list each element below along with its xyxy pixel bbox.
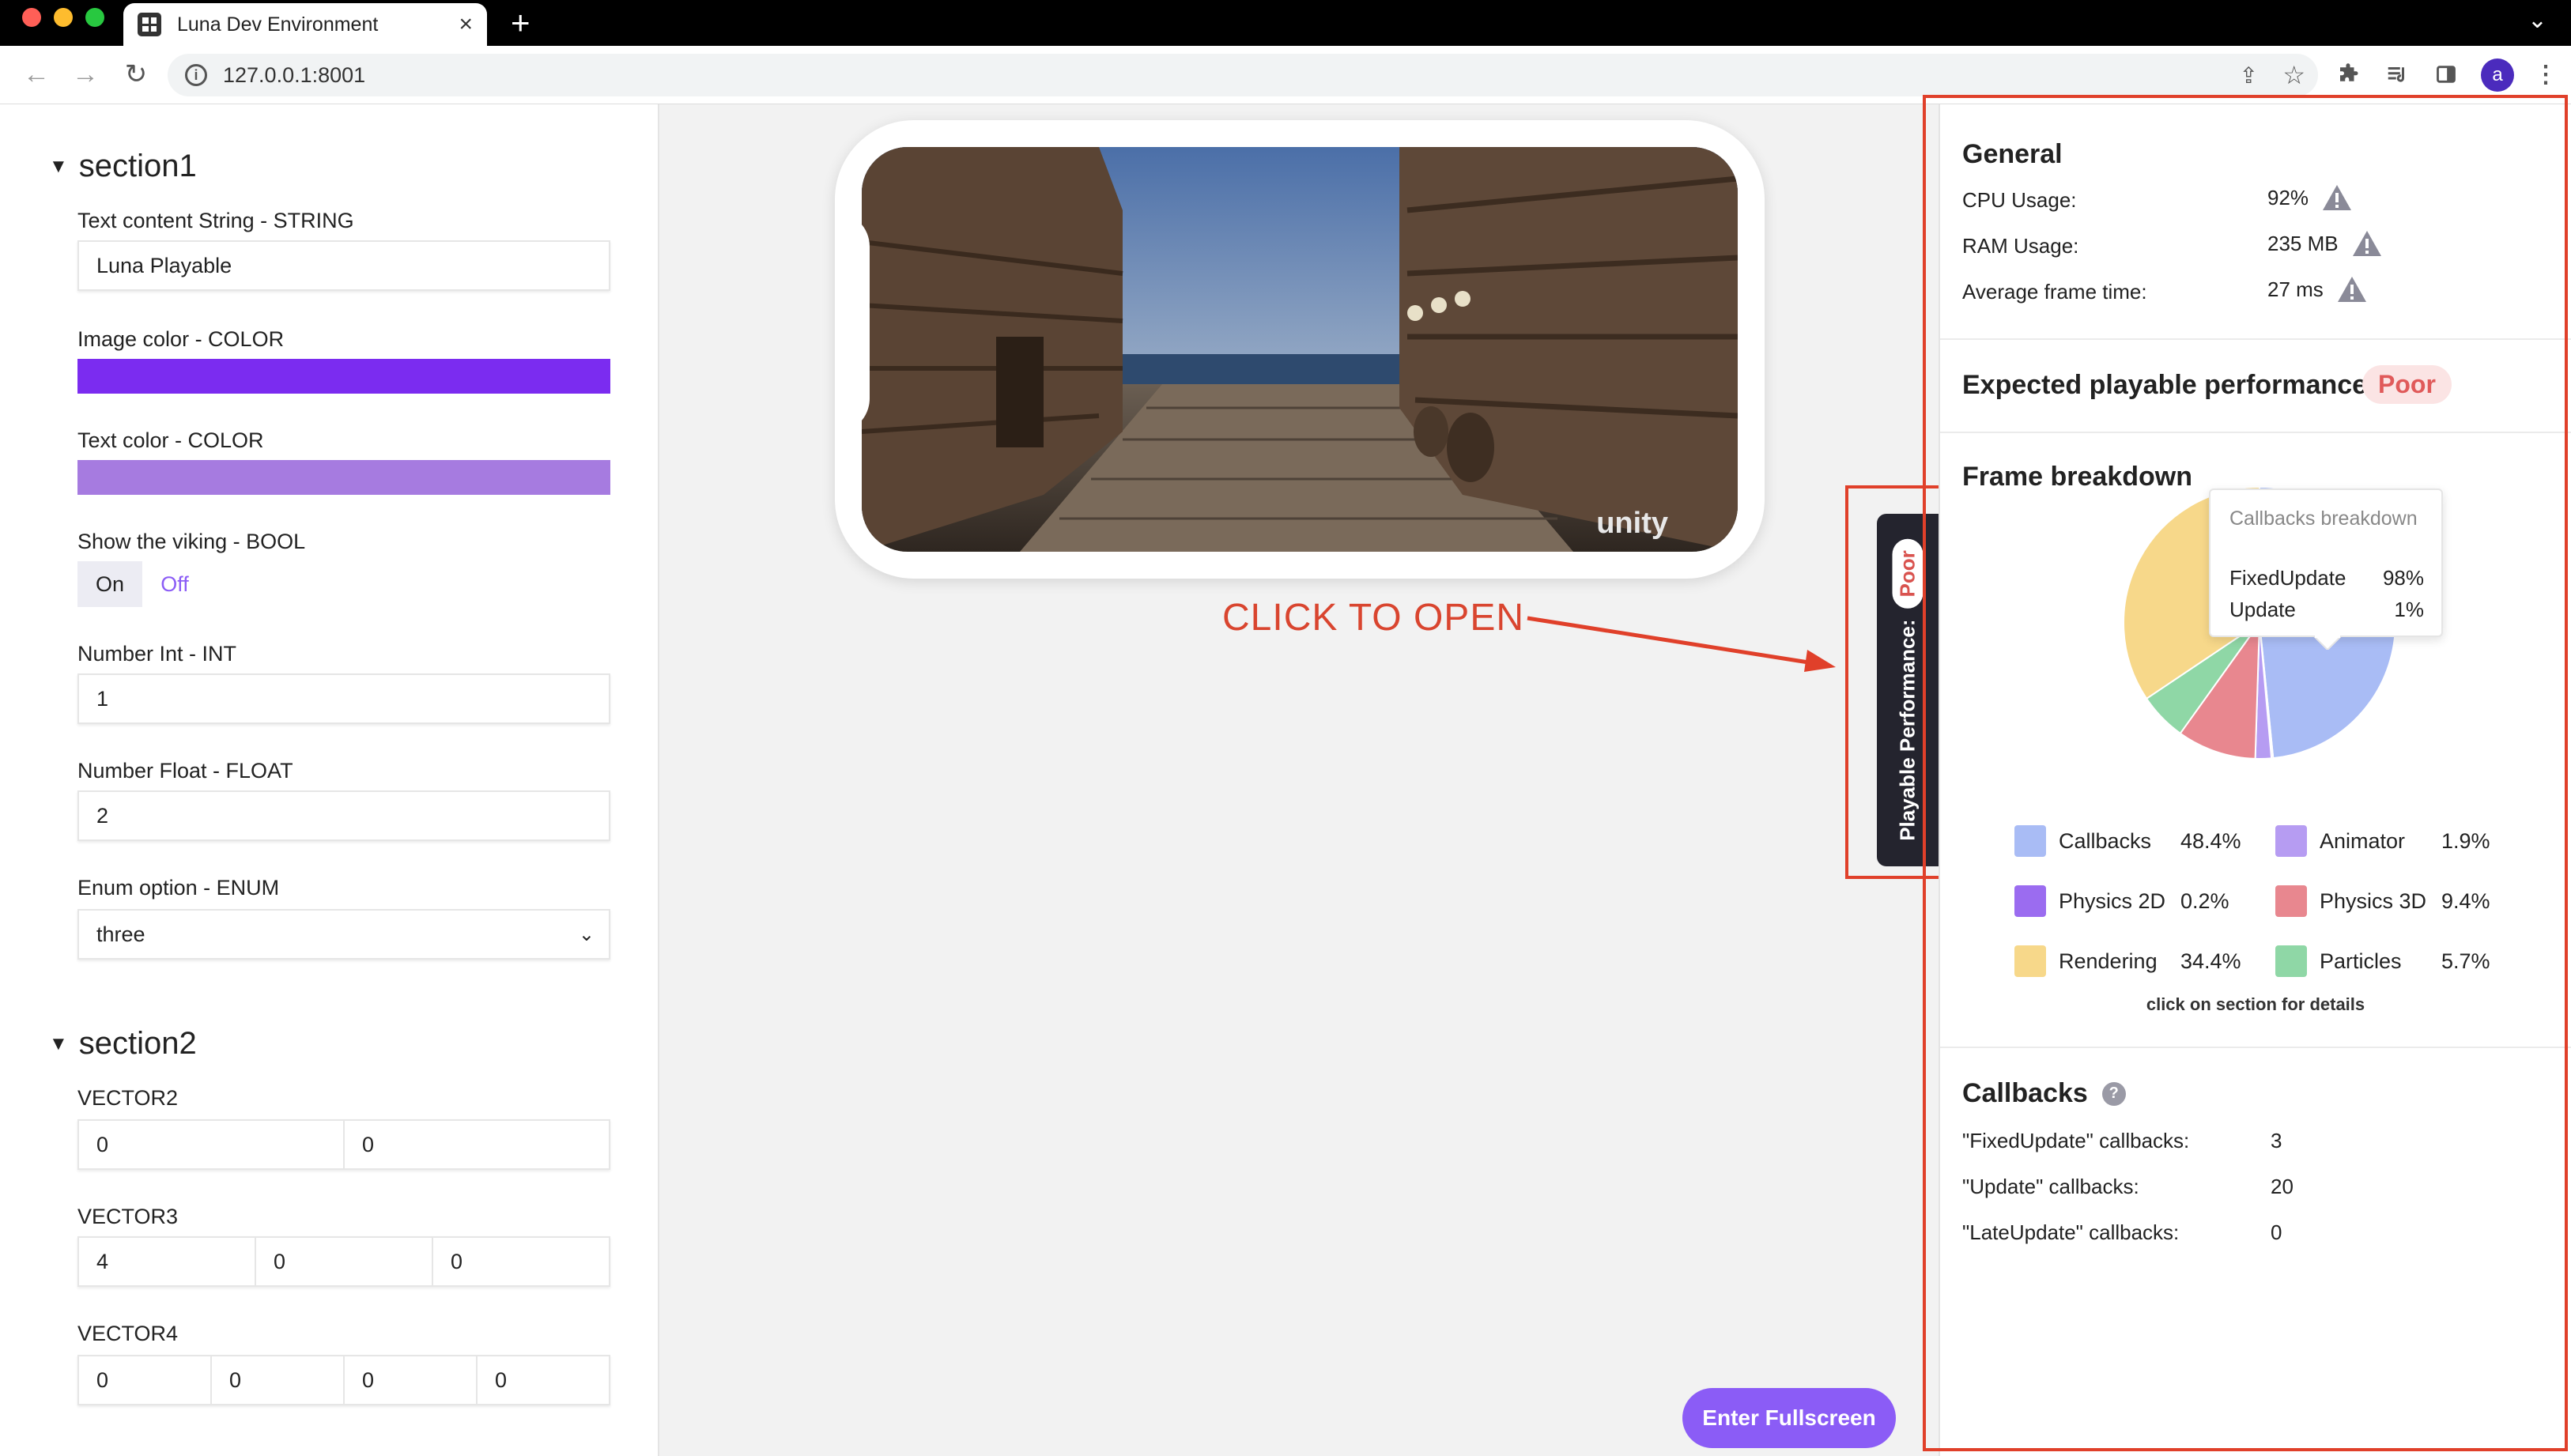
- number-float-input[interactable]: 2: [77, 790, 610, 841]
- text-color-swatch[interactable]: [77, 460, 610, 495]
- vector2-inputs: 0 0: [77, 1119, 610, 1170]
- vector3-x-input[interactable]: 4: [79, 1238, 256, 1285]
- unity-logo: unity: [1596, 507, 1668, 540]
- luna-favicon-icon: [138, 13, 161, 36]
- number-float-label: Number Float - FLOAT: [77, 759, 293, 783]
- tab-title: Luna Dev Environment: [177, 13, 379, 36]
- number-int-label: Number Int - INT: [77, 642, 237, 666]
- section-title: section1: [78, 149, 197, 183]
- vector4-z-input[interactable]: 0: [345, 1356, 478, 1404]
- forward-button[interactable]: →: [68, 57, 103, 92]
- vector4-inputs: 0 0 0 0: [77, 1355, 610, 1405]
- toggle-off-option[interactable]: Off: [142, 561, 207, 607]
- section1-header[interactable]: ▼ section1: [49, 149, 197, 184]
- back-button[interactable]: ←: [19, 57, 54, 92]
- phone-preview-frame: unity: [835, 120, 1765, 579]
- side-panel-icon[interactable]: [2430, 58, 2462, 90]
- vector2-x-input[interactable]: 0: [79, 1121, 345, 1168]
- properties-panel: ▼ section1 Text content String - STRING …: [0, 104, 659, 1456]
- vector3-inputs: 4 0 0: [77, 1236, 610, 1287]
- perf-tab-badge: Poor: [1892, 539, 1924, 609]
- site-info-icon[interactable]: i: [185, 64, 207, 86]
- chevron-down-icon: ⌄: [578, 923, 595, 945]
- section2-header[interactable]: ▼ section2: [49, 1026, 197, 1062]
- right-panel-highlight-box: [1923, 95, 2568, 1451]
- vector2-label: VECTOR2: [77, 1086, 179, 1110]
- minimize-window-button[interactable]: [54, 8, 73, 27]
- browser-titlebar: Luna Dev Environment × + ⌄: [0, 0, 2571, 46]
- close-window-button[interactable]: [22, 8, 41, 27]
- image-color-swatch[interactable]: [77, 359, 610, 394]
- vector3-z-input[interactable]: 0: [433, 1238, 609, 1285]
- bookmark-star-icon[interactable]: ☆: [2282, 60, 2305, 90]
- show-viking-toggle[interactable]: On Off: [77, 561, 207, 607]
- number-int-input[interactable]: 1: [77, 673, 610, 724]
- extensions-puzzle-icon[interactable]: [2332, 58, 2364, 90]
- phone-notch: [835, 212, 870, 433]
- enum-option-label: Enum option - ENUM: [77, 876, 280, 900]
- vector4-y-input[interactable]: 0: [212, 1356, 345, 1404]
- game-scene-illustration: [862, 147, 1738, 552]
- address-url: 127.0.0.1:8001: [223, 62, 366, 87]
- profile-avatar[interactable]: a: [2481, 58, 2514, 92]
- section-title: section2: [78, 1026, 197, 1061]
- enter-fullscreen-button[interactable]: Enter Fullscreen: [1682, 1388, 1896, 1448]
- vector4-label: VECTOR4: [77, 1322, 179, 1345]
- click-to-open-annotation: CLICK TO OPEN: [1222, 597, 1524, 639]
- vector3-y-input[interactable]: 0: [256, 1238, 433, 1285]
- enum-selected-value: three: [96, 922, 145, 946]
- new-tab-button[interactable]: +: [511, 5, 530, 41]
- vector3-label: VECTOR3: [77, 1205, 179, 1228]
- browser-tab[interactable]: Luna Dev Environment ×: [123, 3, 487, 46]
- vector4-x-input[interactable]: 0: [79, 1356, 212, 1404]
- collapse-triangle-icon: ▼: [49, 1032, 68, 1054]
- vector2-y-input[interactable]: 0: [345, 1121, 609, 1168]
- vector4-w-input[interactable]: 0: [478, 1356, 609, 1404]
- enum-option-select[interactable]: three ⌄: [77, 909, 610, 960]
- show-viking-label: Show the viking - BOOL: [77, 530, 306, 553]
- annotation-arrow-icon: [1527, 616, 1836, 672]
- game-viewport[interactable]: unity: [862, 147, 1738, 552]
- share-icon[interactable]: ⇪: [2240, 62, 2258, 89]
- toggle-on-option[interactable]: On: [77, 561, 142, 607]
- close-tab-icon[interactable]: ×: [459, 11, 473, 38]
- collapse-triangle-icon: ▼: [49, 155, 68, 177]
- reload-button[interactable]: ↻: [119, 57, 153, 92]
- image-color-label: Image color - COLOR: [77, 327, 285, 351]
- text-content-label: Text content String - STRING: [77, 209, 354, 232]
- maximize-window-button[interactable]: [85, 8, 104, 27]
- perf-tab-label: Playable Performance:: [1895, 619, 1920, 841]
- address-bar[interactable]: i 127.0.0.1:8001 ⇪ ☆: [168, 54, 2318, 96]
- text-content-input[interactable]: Luna Playable: [77, 240, 610, 291]
- browser-menu-icon[interactable]: ⋮: [2530, 58, 2562, 90]
- media-queue-icon[interactable]: [2381, 58, 2413, 90]
- text-color-label: Text color - COLOR: [77, 428, 264, 452]
- tab-search-chevron-icon[interactable]: ⌄: [2528, 6, 2547, 34]
